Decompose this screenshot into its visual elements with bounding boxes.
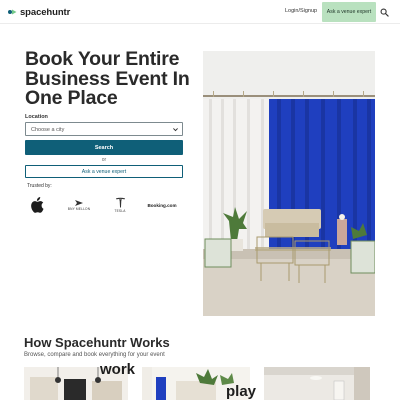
booking-text: Booking.com: [147, 202, 177, 208]
spacehuntr-logo[interactable]: spacehuntr: [7, 6, 70, 18]
how-it-works-subtitle: Browse, compare and book everything for …: [24, 352, 165, 358]
room-illustration: [264, 367, 370, 400]
logo-mark-icon: [8, 9, 17, 15]
room-photo[interactable]: [264, 367, 370, 400]
apple-logo: [29, 194, 45, 216]
location-label: Location: [25, 114, 48, 120]
trusted-by-label: Trusted by:: [27, 183, 52, 189]
event-venue-photo: [203, 51, 375, 316]
logo-text: spacehuntr: [20, 6, 71, 18]
or-divider: or: [101, 157, 107, 163]
chevron-down-icon: [173, 128, 178, 132]
login-signup-link[interactable]: Login/Signup: [285, 8, 317, 14]
city-select[interactable]: Choose a city: [25, 122, 183, 136]
tesla-text: TESLA: [114, 209, 126, 213]
tesla-logo: TESLA: [108, 194, 132, 216]
bny-mellon-logo: BNY MELLON: [64, 194, 94, 216]
bny-mellon-text: BNY MELLON: [67, 206, 91, 211]
search-button[interactable]: Search: [25, 140, 183, 155]
venue-illustration: [203, 51, 375, 316]
how-it-works-title: How Spacehuntr Works: [24, 335, 170, 350]
top-nav-bar: spacehuntr Login/Signup Ask a venue expe…: [0, 0, 400, 24]
apple-icon: [31, 197, 44, 213]
hero-title: Book Your Entire Business Event In One P…: [25, 48, 190, 109]
ask-venue-expert-button[interactable]: Ask a venue expert: [322, 2, 376, 22]
city-select-value: Choose a city: [31, 126, 65, 133]
card-word-work: work: [100, 361, 136, 378]
card-word-play: play: [226, 383, 257, 400]
search-icon[interactable]: [380, 8, 389, 17]
booking-logo: Booking.com: [145, 194, 179, 216]
bny-mellon-icon: [75, 199, 83, 206]
ask-expert-secondary-button[interactable]: Ask a venue expert: [25, 165, 183, 178]
tesla-icon: [115, 197, 125, 208]
